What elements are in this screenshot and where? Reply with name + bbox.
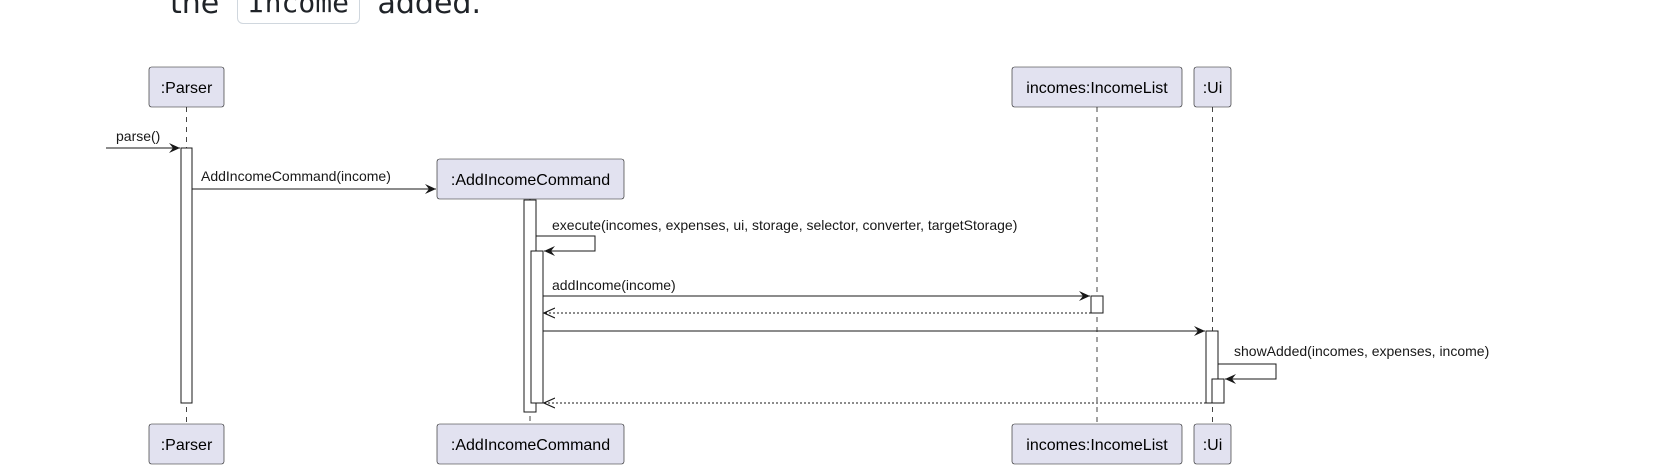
participant-label: incomes:IncomeList — [1026, 437, 1168, 454]
activation-incomes — [1090, 295, 1104, 314]
message-label: parse() — [116, 128, 160, 144]
message-create-cmd: AddIncomeCommand(income) — [192, 168, 436, 194]
message-label: addIncome(income) — [552, 277, 676, 293]
message-show-added: showAdded(incomes, expenses, income) — [1218, 343, 1489, 384]
participant-label: :Parser — [161, 437, 213, 454]
participant-label: :AddIncomeCommand — [451, 437, 610, 454]
participant-ui-top: :Ui — [1193, 66, 1232, 108]
participant-label: :Parser — [161, 80, 213, 97]
participant-ui-bottom: :Ui — [1193, 423, 1232, 465]
message-execute: execute(incomes, expenses, ui, storage, … — [536, 217, 1017, 256]
activation-parser — [180, 147, 193, 404]
message-label: showAdded(incomes, expenses, income) — [1234, 343, 1489, 359]
sequence-diagram: :Parser incomes:IncomeList :Ui :AddIncom… — [106, 66, 1489, 465]
participant-parser-bottom: :Parser — [148, 423, 225, 465]
document-page: the Income added. :Parser incomes:Income… — [0, 0, 1678, 476]
participant-label: :Ui — [1203, 437, 1223, 454]
message-parse: parse() — [106, 128, 180, 153]
participant-incomes-top: incomes:IncomeList — [1011, 66, 1183, 108]
message-add-income: addIncome(income) — [543, 277, 1090, 301]
participant-cmd-bottom: :AddIncomeCommand — [436, 423, 625, 465]
participant-label: incomes:IncomeList — [1026, 80, 1168, 97]
participant-label: :Ui — [1203, 80, 1223, 97]
participant-parser-top: :Parser — [148, 66, 225, 108]
message-label: AddIncomeCommand(income) — [201, 168, 391, 184]
message-label: execute(incomes, expenses, ui, storage, … — [552, 217, 1017, 233]
activation-ui-inner — [1211, 378, 1225, 404]
participant-cmd-created: :AddIncomeCommand — [436, 158, 625, 200]
participant-incomes-bottom: incomes:IncomeList — [1011, 423, 1183, 465]
activation-cmd-inner — [530, 250, 544, 404]
participant-label: :AddIncomeCommand — [451, 172, 610, 189]
